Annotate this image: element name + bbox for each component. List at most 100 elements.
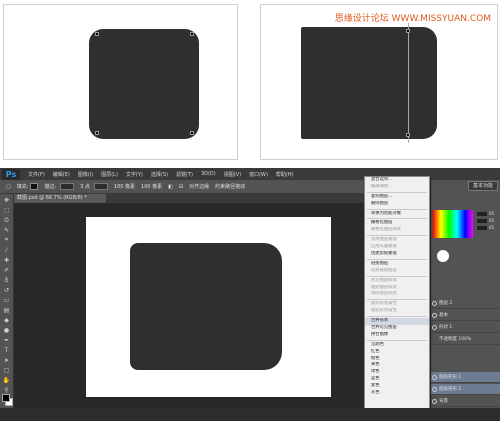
context-menu-item[interactable]: 无颜色 bbox=[365, 342, 429, 349]
path-select-tool-icon[interactable]: ➤ bbox=[2, 356, 12, 364]
shape-tool-icon[interactable]: ▢ bbox=[6, 184, 11, 190]
guide-line bbox=[408, 23, 409, 143]
context-menu-item[interactable]: 合并可见图层 bbox=[365, 325, 429, 332]
canvas-rounded-shape[interactable] bbox=[130, 243, 282, 370]
eye-icon[interactable] bbox=[432, 387, 437, 392]
width-field[interactable]: 100 像素 bbox=[114, 183, 135, 190]
context-menu-item[interactable]: 创建剪贴蒙版 bbox=[365, 251, 429, 258]
stamp-tool-icon[interactable]: ♁ bbox=[2, 276, 12, 284]
menu-edit[interactable]: 编辑(E) bbox=[53, 171, 70, 178]
foreground-color-swatch[interactable] bbox=[2, 394, 10, 402]
menu-type[interactable]: 文字(Y) bbox=[126, 171, 143, 178]
layer-row[interactable]: 图层 2 bbox=[431, 298, 500, 309]
anchor-point bbox=[406, 133, 410, 137]
context-menu-item[interactable]: 灰色 bbox=[365, 390, 429, 397]
workspace-switcher[interactable]: 基本功能 bbox=[468, 181, 498, 191]
move-tool-icon[interactable]: ✥ bbox=[2, 196, 12, 204]
blur-tool-icon[interactable]: ◆ bbox=[2, 316, 12, 324]
menu-separator bbox=[367, 191, 427, 193]
color-spectrum[interactable] bbox=[433, 210, 473, 238]
healing-tool-icon[interactable]: ✚ bbox=[2, 256, 12, 264]
illustration-rounded-square bbox=[3, 4, 238, 160]
rounded-square-shape bbox=[89, 29, 199, 139]
eye-icon[interactable] bbox=[432, 375, 437, 380]
marquee-tool-icon[interactable]: ⬚ bbox=[2, 206, 12, 214]
canvas-area[interactable] bbox=[14, 203, 364, 415]
context-menu-item[interactable]: 转换为智能对象 bbox=[365, 211, 429, 218]
eye-icon[interactable] bbox=[432, 399, 437, 404]
brush-tool-icon[interactable]: ✐ bbox=[2, 266, 12, 274]
gradient-tool-icon[interactable]: ▤ bbox=[2, 306, 12, 314]
color-row[interactable]: 65 bbox=[475, 210, 499, 217]
dodge-tool-icon[interactable]: ● bbox=[2, 326, 12, 334]
context-menu-item[interactable]: 绿色 bbox=[365, 369, 429, 376]
photoshop-logo: Ps bbox=[2, 168, 20, 180]
path-ops-icon[interactable]: ◧ bbox=[168, 184, 173, 190]
stroke-width[interactable]: 3 点 bbox=[80, 183, 90, 190]
color-row[interactable]: 65 bbox=[475, 217, 499, 224]
shape-tool-icon[interactable]: ▢ bbox=[2, 366, 12, 374]
context-menu-item[interactable]: 拼合图像 bbox=[365, 332, 429, 339]
anchor-point bbox=[190, 32, 194, 36]
context-menu-item[interactable]: 栅格化图层 bbox=[365, 220, 429, 227]
context-menu-item[interactable]: 红色 bbox=[365, 349, 429, 356]
menu-filter[interactable]: 滤镜(T) bbox=[176, 171, 193, 178]
context-menu-item[interactable]: 复制图层... bbox=[365, 194, 429, 201]
photoshop-window: Ps 文件(F) 编辑(E) 图像(I) 图层(L) 文字(Y) 选择(S) 滤… bbox=[0, 168, 500, 421]
context-menu-item[interactable]: 删除图层 bbox=[365, 201, 429, 208]
lasso-tool-icon[interactable]: ʘ bbox=[2, 216, 12, 224]
quick-select-tool-icon[interactable]: ✎ bbox=[2, 226, 12, 234]
menu-separator bbox=[367, 316, 427, 318]
layer-row[interactable]: 基本 bbox=[431, 310, 500, 321]
menu-separator bbox=[367, 275, 427, 277]
context-menu-item[interactable]: 链接图层 bbox=[365, 261, 429, 268]
constrain-path-checkbox[interactable]: 约束路径拖动 bbox=[215, 183, 245, 190]
eye-icon[interactable] bbox=[432, 325, 437, 330]
align-icon[interactable]: ⊟ bbox=[179, 184, 183, 190]
layer-row[interactable]: 背景 bbox=[431, 396, 500, 407]
align-edges-checkbox[interactable]: 对齐边缘 bbox=[189, 183, 209, 190]
document-canvas[interactable] bbox=[86, 217, 331, 397]
menu-help[interactable]: 帮助(H) bbox=[276, 171, 294, 178]
zoom-tool-icon[interactable]: ⚲ bbox=[2, 386, 12, 394]
anchor-point bbox=[95, 131, 99, 135]
context-menu-item: 清除图层样式 bbox=[371, 291, 397, 297]
layer-row[interactable]: 形状 1 bbox=[431, 322, 500, 333]
layer-row-selected[interactable]: 圆角矩形 2 bbox=[431, 384, 500, 395]
context-menu-item: 启用矢量蒙版 bbox=[371, 244, 397, 250]
color-row[interactable]: 65 bbox=[475, 224, 499, 231]
eye-icon[interactable] bbox=[432, 301, 437, 306]
watermark-text: 思缘设计论坛 WWW.MISSYUAN.COM bbox=[334, 14, 491, 24]
context-menu-item[interactable]: 混合选项... bbox=[365, 177, 429, 184]
context-menu-item[interactable]: 黄色 bbox=[365, 362, 429, 369]
height-field[interactable]: 100 像素 bbox=[141, 183, 162, 190]
eyedropper-tool-icon[interactable]: ⁄ bbox=[2, 246, 12, 254]
eraser-tool-icon[interactable]: ▭ bbox=[2, 296, 12, 304]
context-menu-item[interactable]: 合并形状 bbox=[365, 318, 429, 326]
layer-opacity[interactable]: 不透明度 100% bbox=[431, 334, 500, 345]
menu-window[interactable]: 窗口(W) bbox=[249, 171, 268, 178]
context-menu-item[interactable]: 橙色 bbox=[365, 356, 429, 363]
eye-icon[interactable] bbox=[432, 313, 437, 318]
hand-tool-icon[interactable]: ✋ bbox=[2, 376, 12, 384]
menu-3d[interactable]: 3D(D) bbox=[201, 171, 216, 177]
menu-layer[interactable]: 图层(L) bbox=[101, 171, 118, 178]
menu-image[interactable]: 图像(I) bbox=[78, 171, 93, 178]
menu-view[interactable]: 视图(V) bbox=[224, 171, 241, 178]
layer-row-selected[interactable]: 圆角矩形 1 bbox=[431, 372, 500, 383]
fill-swatch[interactable] bbox=[30, 183, 39, 190]
stroke-type-select[interactable] bbox=[93, 183, 108, 190]
history-brush-icon[interactable]: ↺ bbox=[2, 286, 12, 294]
tools-panel: ✥ ⬚ ʘ ✎ ⌗ ⁄ ✚ ✐ ♁ ↺ ▭ ▤ ◆ ● ✒ T ➤ ▢ ✋ ⚲ bbox=[0, 194, 14, 421]
stroke-label: 描边: bbox=[44, 184, 57, 190]
context-menu-item: 编辑调整... bbox=[371, 183, 393, 189]
context-menu-item[interactable]: 紫色 bbox=[365, 383, 429, 390]
menu-file[interactable]: 文件(F) bbox=[28, 171, 45, 178]
type-tool-icon[interactable]: T bbox=[2, 346, 12, 354]
menu-select[interactable]: 选择(S) bbox=[151, 171, 168, 178]
document-tab[interactable]: 截图.psd @ 66.7% (RGB/8) * bbox=[14, 194, 106, 203]
pen-tool-icon[interactable]: ✒ bbox=[2, 336, 12, 344]
context-menu-item[interactable]: 蓝色 bbox=[365, 376, 429, 383]
stroke-swatch[interactable] bbox=[60, 183, 75, 190]
crop-tool-icon[interactable]: ⌗ bbox=[2, 236, 12, 244]
